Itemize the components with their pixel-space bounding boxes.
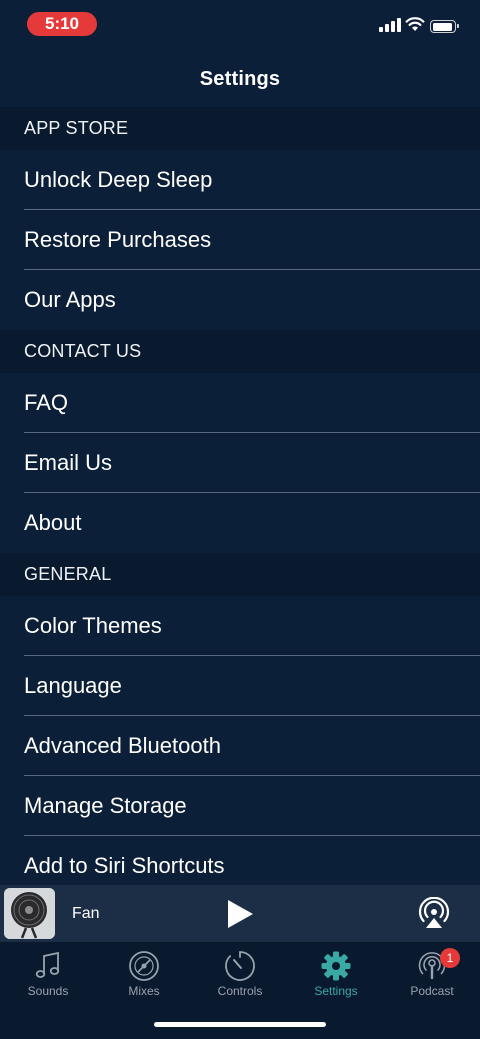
- notification-badge: 1: [440, 948, 460, 968]
- tab-controls[interactable]: Controls: [192, 942, 288, 1012]
- gear-icon: [321, 951, 351, 981]
- tab-label: Settings: [314, 984, 358, 998]
- page-title: Settings: [199, 68, 281, 90]
- row-advanced-bluetooth[interactable]: Advanced Bluetooth: [0, 716, 480, 776]
- section-header-app-store: APP STORE: [0, 107, 480, 150]
- row-our-apps[interactable]: Our Apps: [0, 270, 480, 330]
- row-color-themes[interactable]: Color Themes: [0, 596, 480, 656]
- tab-podcast[interactable]: 1 Podcast: [384, 942, 480, 1012]
- section-header-contact-us: CONTACT US: [0, 330, 480, 373]
- tab-label: Sounds: [27, 984, 69, 998]
- fan-thumbnail[interactable]: [4, 888, 55, 939]
- timer-icon: [225, 951, 255, 981]
- section-header-general: GENERAL: [0, 553, 480, 596]
- status-bar: 5:10: [0, 0, 480, 50]
- row-about[interactable]: About: [0, 493, 480, 553]
- cellular-signal-icon: [379, 18, 401, 32]
- play-icon[interactable]: [225, 899, 255, 929]
- home-indicator: [154, 1022, 326, 1027]
- tab-mixes[interactable]: Mixes: [96, 942, 192, 1012]
- status-time: 5:10: [27, 12, 97, 36]
- music-note-icon: [35, 951, 60, 978]
- row-unlock-deep-sleep[interactable]: Unlock Deep Sleep: [0, 150, 480, 210]
- disc-icon: [129, 951, 159, 981]
- settings-list[interactable]: APP STORE Unlock Deep Sleep Restore Purc…: [0, 107, 480, 896]
- row-faq[interactable]: FAQ: [0, 373, 480, 433]
- battery-icon: [430, 20, 459, 33]
- tab-sounds[interactable]: Sounds: [0, 942, 96, 1012]
- now-playing-title: Fan: [72, 905, 100, 922]
- row-email-us[interactable]: Email Us: [0, 433, 480, 493]
- tab-label: Controls: [217, 984, 263, 998]
- tab-label: Podcast: [410, 984, 454, 998]
- mini-player[interactable]: Fan: [0, 885, 480, 942]
- wifi-icon: [405, 17, 425, 31]
- row-restore-purchases[interactable]: Restore Purchases: [0, 210, 480, 270]
- tab-settings[interactable]: Settings: [288, 942, 384, 1012]
- row-language[interactable]: Language: [0, 656, 480, 716]
- airplay-icon[interactable]: [417, 897, 451, 931]
- tab-label: Mixes: [128, 984, 160, 998]
- row-manage-storage[interactable]: Manage Storage: [0, 776, 480, 836]
